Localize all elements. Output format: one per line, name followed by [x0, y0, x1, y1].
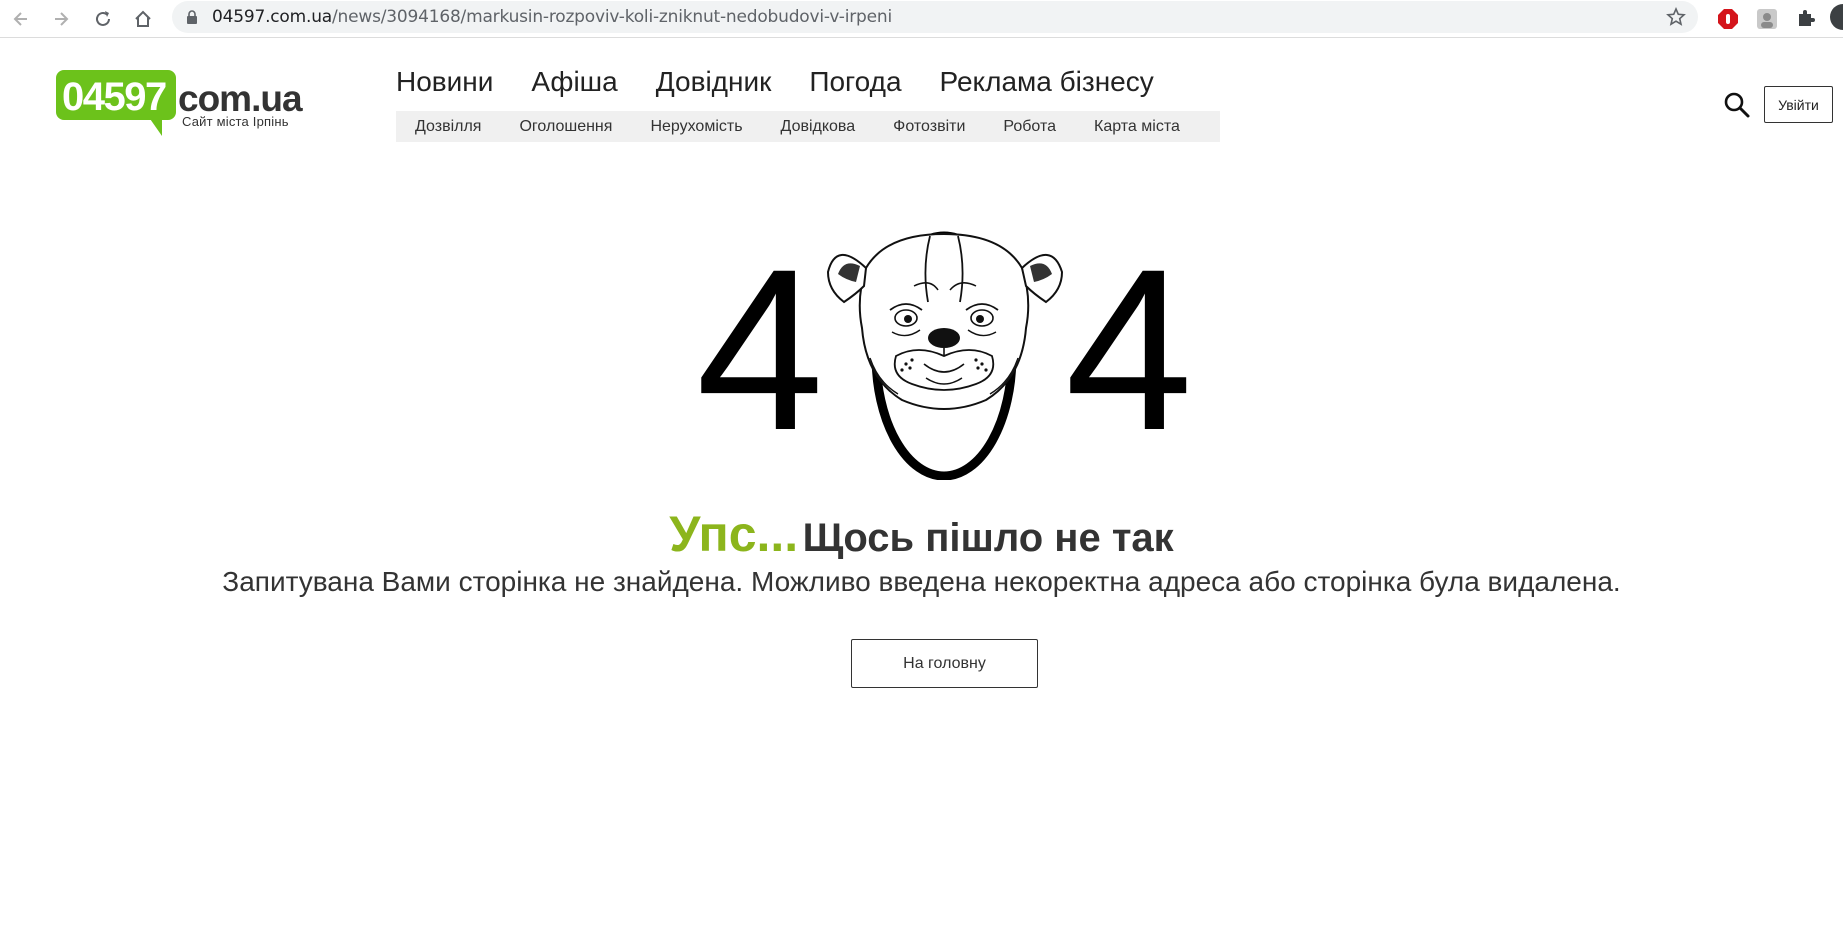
extensions-button[interactable]: [1791, 4, 1821, 34]
subnav-leisure[interactable]: Дозвілля: [415, 118, 481, 136]
site-logo[interactable]: 04597 com.ua Сайт міста Ірпінь: [56, 70, 306, 140]
error-headline: Упс... Щось пішло не так: [0, 505, 1843, 563]
logo-tagline: Сайт міста Ірпінь: [182, 114, 289, 129]
sub-nav: Дозвілля Оголошення Нерухомість Довідков…: [396, 111, 1220, 142]
adblock-icon: [1718, 9, 1738, 29]
error-digit-right: 4: [1065, 221, 1193, 478]
main-nav: Новини Афіша Довідник Погода Реклама біз…: [396, 66, 1192, 98]
back-button[interactable]: [6, 4, 36, 34]
reload-icon: [96, 11, 110, 26]
url-domain: 04597.com.ua: [212, 7, 332, 27]
nav-business-ads[interactable]: Реклама бізнесу: [940, 66, 1154, 98]
headline-text: Щось пішло не так: [802, 516, 1174, 560]
error-digit-left: 4: [696, 221, 824, 478]
home-icon: [135, 10, 151, 27]
nav-afisha[interactable]: Афіша: [531, 66, 617, 98]
lock-icon: [187, 10, 197, 24]
home-button[interactable]: [128, 4, 158, 34]
url-text: 04597.com.ua/news/3094168/markusin-rozpo…: [212, 7, 892, 27]
nav-weather[interactable]: Погода: [809, 66, 901, 98]
address-bar[interactable]: 04597.com.ua/news/3094168/markusin-rozpo…: [172, 1, 1698, 33]
forward-icon: [55, 12, 69, 26]
avatar[interactable]: [1830, 4, 1843, 30]
search-button[interactable]: [1722, 90, 1752, 120]
subnav-reference[interactable]: Довідкова: [781, 118, 856, 136]
star-icon[interactable]: [1666, 7, 1686, 27]
profile-extension[interactable]: [1752, 4, 1782, 34]
puzzle-icon: [1799, 10, 1815, 26]
oops-text: Упс...: [669, 506, 799, 562]
nav-directory[interactable]: Довідник: [656, 66, 772, 98]
bulldog-zero-icon: [826, 231, 1064, 480]
subnav-city-map[interactable]: Карта міста: [1094, 118, 1180, 136]
adblock-extension[interactable]: [1713, 4, 1743, 34]
subnav-classifieds[interactable]: Оголошення: [519, 118, 612, 136]
subnav-realty[interactable]: Нерухомість: [650, 118, 742, 136]
login-button[interactable]: Увійти: [1764, 86, 1833, 123]
error-message: Запитувана Вами сторінка не знайдена. Мо…: [222, 566, 1621, 597]
reload-button[interactable]: [88, 4, 118, 34]
subnav-photo-reports[interactable]: Фотозвіти: [893, 118, 965, 136]
profile-extension-icon: [1757, 9, 1777, 29]
browser-toolbar: 04597.com.ua/news/3094168/markusin-rozpo…: [0, 0, 1843, 38]
home-page-button[interactable]: На головну: [851, 639, 1038, 688]
logo-number: 04597: [62, 75, 167, 119]
subnav-jobs[interactable]: Робота: [1003, 118, 1056, 136]
nav-news[interactable]: Новини: [396, 66, 493, 98]
forward-button[interactable]: [46, 4, 76, 34]
back-icon: [13, 12, 27, 26]
url-path: /news/3094168/markusin-rozpoviv-koli-zni…: [332, 7, 892, 27]
search-icon: [1724, 92, 1750, 118]
